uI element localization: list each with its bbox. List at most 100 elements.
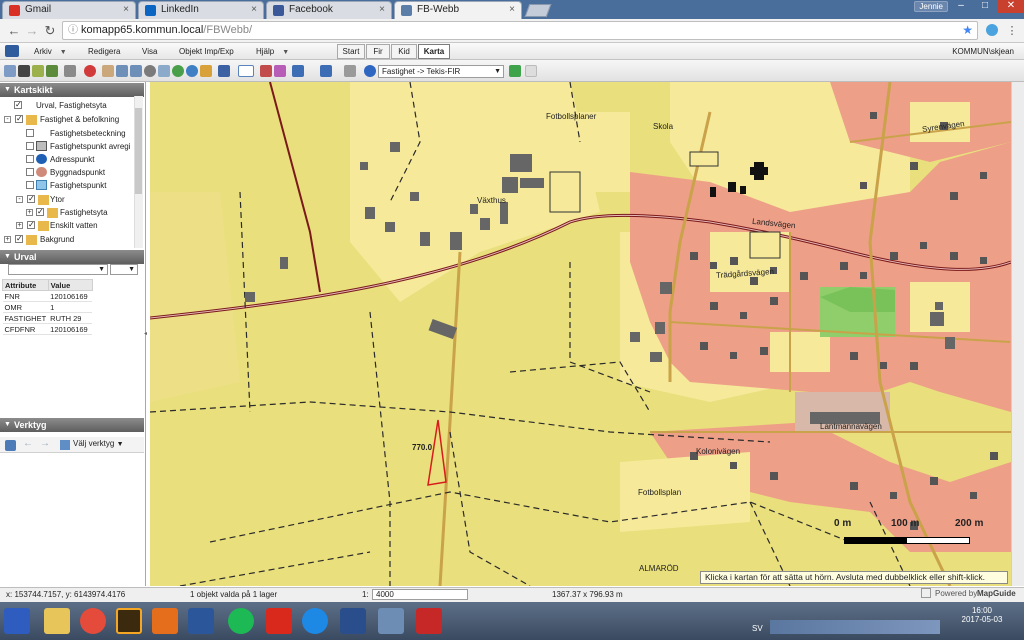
map-canvas[interactable]: Fotbollsplaner Skola Växthus Landsvägen … xyxy=(150,82,1011,586)
start-menu-icon[interactable] xyxy=(4,608,30,634)
feature-select[interactable]: ▼ xyxy=(110,264,138,275)
pdf-reader-icon[interactable] xyxy=(416,608,442,634)
word-icon[interactable] xyxy=(188,608,214,634)
pan-arrows-icon[interactable] xyxy=(46,65,58,77)
disabled-tool-icon[interactable] xyxy=(525,65,537,77)
tab-facebook[interactable]: Facebook × xyxy=(266,1,392,19)
zoom-in-icon[interactable] xyxy=(172,65,184,77)
zoom-out-icon[interactable] xyxy=(186,65,198,77)
remote-desktop-icon[interactable] xyxy=(378,608,404,634)
layer-properties-icon[interactable] xyxy=(292,65,304,77)
scrollbar-thumb[interactable] xyxy=(135,108,142,194)
query-icon[interactable] xyxy=(274,65,286,77)
close-window-icon[interactable]: ✕ xyxy=(998,0,1024,13)
checkbox[interactable]: ✓ xyxy=(15,235,23,243)
urval-header[interactable]: ▼ Urval xyxy=(0,250,144,264)
tab-linkedin[interactable]: LinkedIn × xyxy=(138,1,264,19)
close-icon[interactable]: × xyxy=(251,4,257,15)
tab-start[interactable]: Start xyxy=(337,44,365,59)
close-icon[interactable]: × xyxy=(379,4,385,15)
clock[interactable]: 16:00 2017-05-03 xyxy=(944,606,1020,636)
gis-app-icon[interactable] xyxy=(340,608,366,634)
tab-karta[interactable]: Karta xyxy=(418,44,450,59)
menu-icon[interactable]: ⋮ xyxy=(1004,23,1020,39)
back-icon[interactable]: ← xyxy=(6,23,22,39)
menu-arkiv[interactable]: Arkiv ▼ xyxy=(30,45,71,58)
tab-fb-webb[interactable]: FB-Webb × xyxy=(394,1,522,19)
forward-icon[interactable]: → xyxy=(24,23,40,39)
go-arrow-icon[interactable] xyxy=(509,65,521,77)
checkbox[interactable]: ✓ xyxy=(15,115,23,123)
menu-hjalp[interactable]: Hjälp ▼ xyxy=(252,45,293,58)
close-icon[interactable]: × xyxy=(123,4,129,15)
extension-icon[interactable] xyxy=(986,24,998,36)
url-input[interactable]: ⓘ komapp65.kommun.local/FBWebb/ ★ xyxy=(62,21,978,40)
checkbox[interactable]: ✓ xyxy=(36,208,44,216)
refresh-icon[interactable] xyxy=(32,65,44,77)
scale-input[interactable]: 4000 xyxy=(372,589,468,600)
checkbox[interactable] xyxy=(26,155,34,163)
export-icon[interactable] xyxy=(320,65,332,77)
fastighet-link-select[interactable]: Fastighet -> Tekis-FIR ▼ xyxy=(378,65,504,78)
menu-redigera[interactable]: Redigera xyxy=(84,45,124,58)
bookmark-star-icon[interactable]: ★ xyxy=(962,22,973,39)
measure-icon[interactable] xyxy=(18,65,30,77)
zoom-icon[interactable] xyxy=(144,65,156,77)
identify-icon[interactable] xyxy=(158,65,170,77)
expand-icon[interactable]: + xyxy=(4,236,11,243)
tools-icon[interactable] xyxy=(5,440,16,451)
chrome-icon[interactable] xyxy=(80,608,106,634)
help-icon[interactable] xyxy=(364,65,376,77)
collapse-icon[interactable]: - xyxy=(4,116,11,123)
choose-tool-dropdown[interactable]: Välj verktyg ▼ xyxy=(73,439,124,448)
expand-icon[interactable]: + xyxy=(26,209,33,216)
layer-select[interactable]: ▼ xyxy=(8,264,108,275)
internet-explorer-icon[interactable] xyxy=(302,608,328,634)
checkbox[interactable]: ✓ xyxy=(27,221,35,229)
page-info-icon[interactable]: ⓘ xyxy=(68,22,78,39)
clear-selection-icon[interactable] xyxy=(84,65,96,77)
menu-objekt-imp-exp[interactable]: Objekt Imp/Exp xyxy=(175,45,238,58)
tab-kid[interactable]: Kid xyxy=(391,44,417,59)
buffer-icon[interactable] xyxy=(260,65,272,77)
window-user-badge[interactable]: Jennie xyxy=(914,1,948,12)
checkbox[interactable] xyxy=(26,129,34,137)
print-icon[interactable] xyxy=(4,65,16,77)
outlook-icon[interactable] xyxy=(152,608,178,634)
illustrator-icon[interactable] xyxy=(116,608,142,634)
reload-icon[interactable]: ↻ xyxy=(42,23,58,39)
zoom-rect-icon[interactable] xyxy=(116,65,128,77)
forward-arrow-icon[interactable]: → xyxy=(40,438,50,449)
tab-fir[interactable]: Fir xyxy=(366,44,390,59)
acrobat-icon[interactable] xyxy=(266,608,292,634)
label-skola: Skola xyxy=(653,122,674,131)
checkbox[interactable] xyxy=(26,142,34,150)
select-polygon-icon[interactable] xyxy=(238,65,254,77)
language-indicator[interactable]: SV xyxy=(752,624,763,633)
menu-visa[interactable]: Visa xyxy=(138,45,161,58)
close-icon[interactable]: × xyxy=(509,4,515,15)
checkbox[interactable] xyxy=(26,168,34,176)
checkbox[interactable]: ✓ xyxy=(14,101,22,109)
pan-hand-icon[interactable] xyxy=(102,65,114,77)
splitter-handle[interactable]: ◂ xyxy=(144,330,148,337)
file-explorer-icon[interactable] xyxy=(44,608,70,634)
system-tray-icons[interactable] xyxy=(770,620,940,634)
draw-icon[interactable] xyxy=(218,65,230,77)
checkbox[interactable]: ✓ xyxy=(27,195,35,203)
zoom-extent-icon[interactable] xyxy=(130,65,142,77)
verktyg-header[interactable]: ▼ Verktyg xyxy=(0,418,144,432)
new-tab-button[interactable] xyxy=(524,4,552,17)
maximize-icon[interactable]: □ xyxy=(974,0,996,13)
kartskikt-header[interactable]: ▼ Kartskikt xyxy=(0,83,144,97)
expand-icon[interactable]: + xyxy=(16,222,23,229)
checkbox[interactable] xyxy=(26,181,34,189)
collapse-icon[interactable]: - xyxy=(16,196,23,203)
select-icon[interactable] xyxy=(64,65,76,77)
back-arrow-icon[interactable]: ← xyxy=(23,438,33,449)
previous-view-icon[interactable] xyxy=(200,65,212,77)
tab-gmail[interactable]: Gmail × xyxy=(2,1,136,19)
settings-icon[interactable] xyxy=(344,65,356,77)
spotify-icon[interactable] xyxy=(228,608,254,634)
minimize-icon[interactable]: – xyxy=(950,0,972,13)
